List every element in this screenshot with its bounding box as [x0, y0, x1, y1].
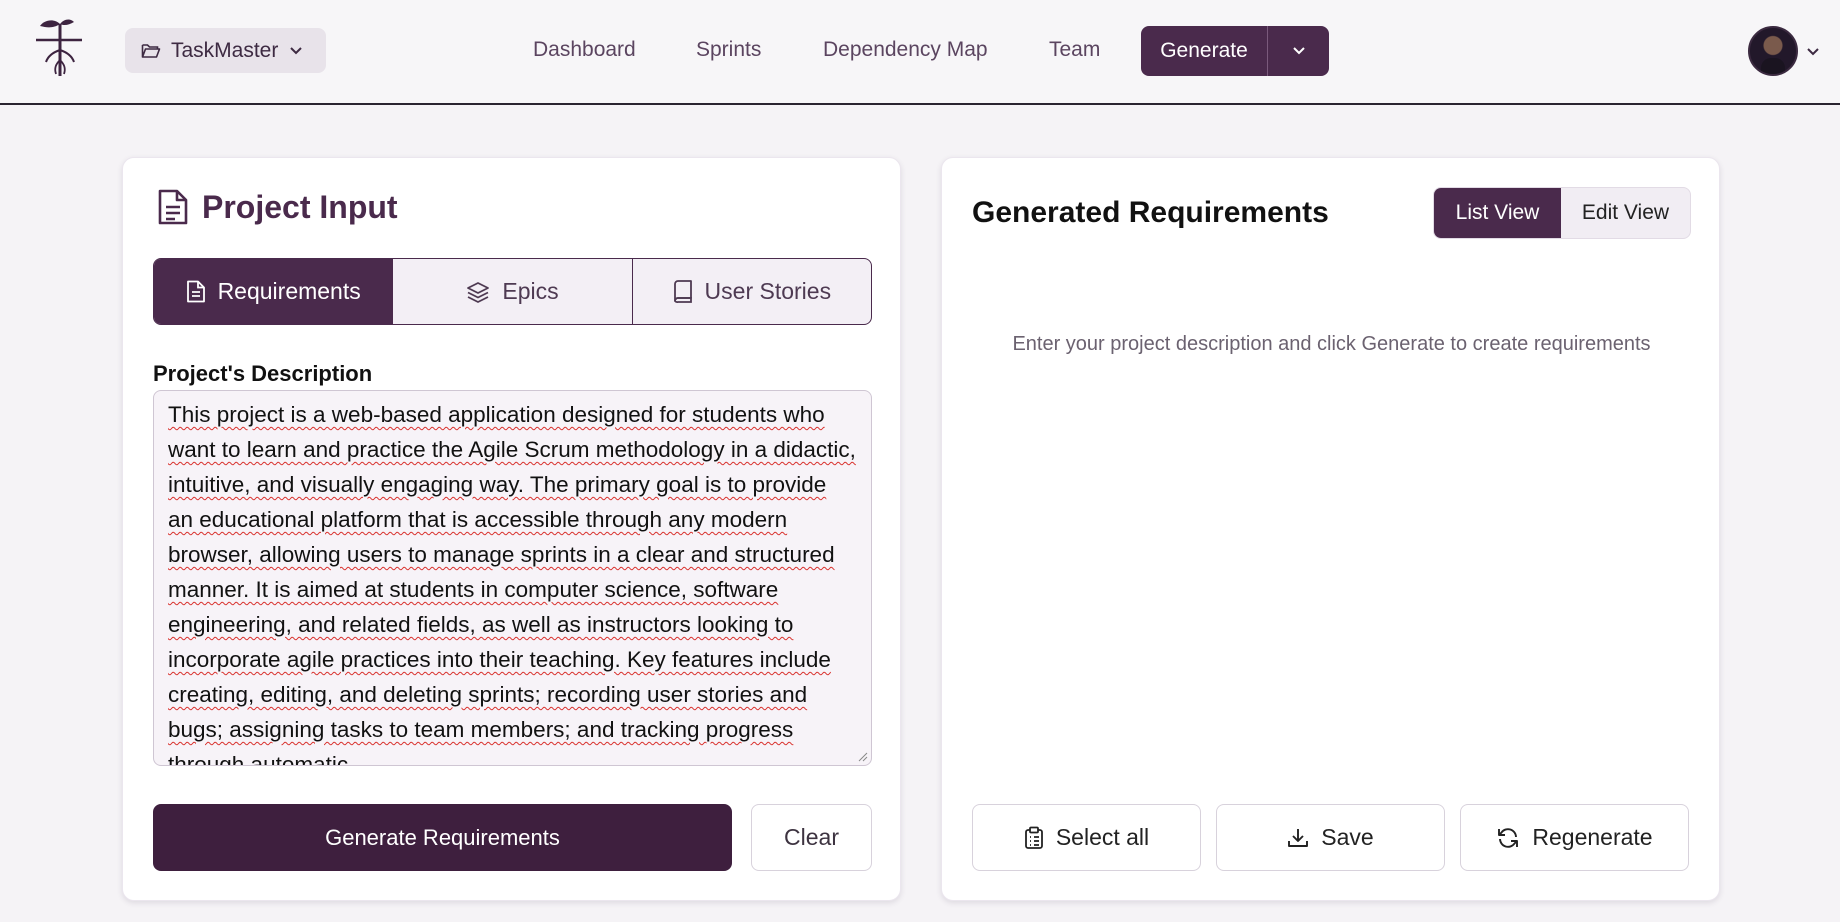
tab-label: User Stories: [704, 278, 832, 304]
download-icon: [1288, 828, 1309, 847]
description-textarea[interactable]: This project is a web-based application …: [153, 390, 872, 766]
chevron-down-icon: [1292, 47, 1305, 55]
layers-icon: [467, 281, 490, 303]
refresh-icon: [1498, 827, 1519, 848]
save-label: Save: [1321, 824, 1374, 850]
tab-epics[interactable]: Epics: [393, 259, 633, 324]
view-toggle: List View Edit View: [1433, 187, 1691, 239]
select-all-button[interactable]: Select all: [972, 804, 1201, 871]
file-text-icon: [186, 280, 205, 303]
list-view-button[interactable]: List View: [1434, 188, 1561, 238]
clear-button[interactable]: Clear: [751, 804, 872, 871]
folder-open-icon: [141, 43, 161, 58]
sprout-logo-icon[interactable]: [34, 16, 86, 84]
project-input-card: Project Input Requirements Epics User St…: [122, 157, 901, 901]
generated-requirements-title: Generated Requirements: [972, 196, 1329, 229]
tab-requirements[interactable]: Requirements: [154, 259, 394, 324]
clipboard-list-icon: [1024, 826, 1043, 849]
save-button[interactable]: Save: [1216, 804, 1445, 871]
user-menu[interactable]: [1748, 26, 1820, 76]
tab-label: Epics: [502, 278, 559, 304]
generate-requirements-button[interactable]: Generate Requirements: [153, 804, 732, 871]
file-text-icon: [158, 189, 188, 225]
nav-team[interactable]: Team: [1049, 38, 1100, 62]
empty-state-message: Enter your project description and click…: [1012, 333, 1651, 355]
input-type-tabs: Requirements Epics User Stories: [153, 258, 872, 325]
project-selector[interactable]: TaskMaster: [125, 28, 326, 73]
project-name: TaskMaster: [171, 38, 279, 62]
regenerate-label: Regenerate: [1532, 824, 1653, 850]
generate-dropdown-toggle[interactable]: [1268, 26, 1329, 76]
nav-dependency-map[interactable]: Dependency Map: [823, 38, 988, 62]
generate-button[interactable]: Generate: [1141, 26, 1268, 76]
tab-label: Requirements: [217, 278, 361, 304]
book-icon: [673, 280, 692, 303]
chevron-down-icon: [1807, 47, 1819, 55]
resize-handle-icon[interactable]: [858, 752, 868, 762]
edit-view-button[interactable]: Edit View: [1561, 188, 1690, 238]
nav-dashboard[interactable]: Dashboard: [533, 38, 636, 62]
top-navigation-bar: TaskMaster Dashboard Sprints Dependency …: [0, 0, 1840, 105]
regenerate-button[interactable]: Regenerate: [1460, 804, 1689, 871]
chevron-down-icon: [290, 46, 303, 54]
tab-user-stories[interactable]: User Stories: [633, 259, 871, 324]
description-text: This project is a web-based application …: [168, 402, 856, 766]
page-title: Project Input: [202, 188, 398, 225]
generated-requirements-card: Generated Requirements List View Edit Vi…: [941, 157, 1720, 901]
project-input-heading: Project Input: [156, 188, 398, 226]
avatar: [1748, 26, 1798, 76]
generate-split-button: Generate: [1141, 26, 1329, 76]
nav-sprints[interactable]: Sprints: [696, 38, 761, 62]
description-label: Project's Description: [153, 361, 373, 386]
select-all-label: Select all: [1055, 824, 1150, 850]
